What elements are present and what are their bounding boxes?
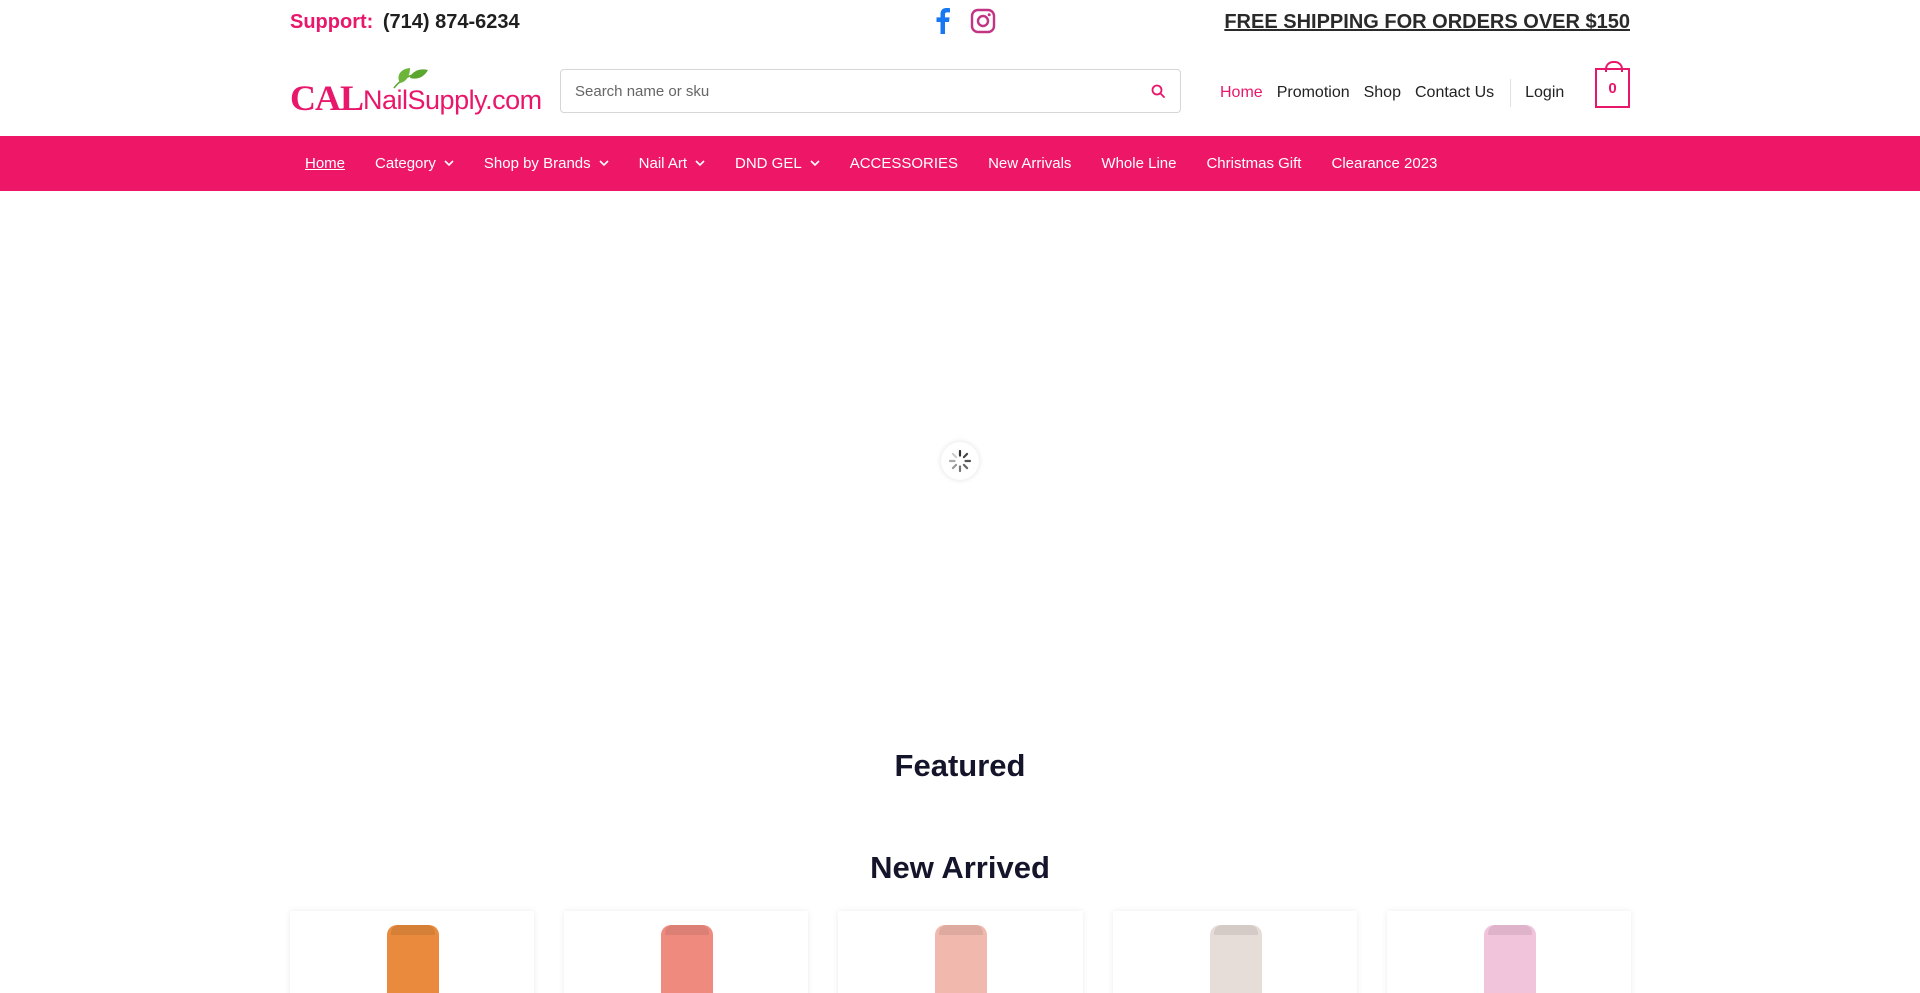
product-image[interactable] (387, 925, 439, 993)
product-card[interactable] (838, 911, 1083, 993)
logo-brand-text: NailSupply.com (363, 85, 542, 115)
hero-banner (0, 191, 1920, 731)
login-link[interactable]: Login (1525, 84, 1564, 102)
product-image[interactable] (1483, 925, 1536, 993)
category-shop-by-brands[interactable]: Shop by Brands (484, 155, 609, 172)
nav-divider (1510, 79, 1512, 107)
search-icon[interactable] (1148, 81, 1168, 101)
nav-promotion[interactable]: Promotion (1277, 84, 1350, 102)
search-input[interactable] (575, 70, 1135, 112)
cart-button[interactable]: 0 (1595, 61, 1630, 108)
category-label: Home (305, 155, 346, 172)
category-label: Christmas Gift (1206, 155, 1302, 172)
category-label: Clearance 2023 (1331, 155, 1438, 172)
category-bar: Home Category Shop by Brands Nail Art DN… (0, 136, 1920, 191)
category-dnd-gel[interactable]: DND GEL (735, 155, 820, 172)
nav-home[interactable]: Home (1220, 84, 1263, 102)
category-label: Whole Line (1101, 155, 1177, 172)
category-label: ACCESSORIES (849, 155, 959, 172)
search-box (560, 69, 1181, 113)
category-nail-art[interactable]: Nail Art (639, 155, 705, 172)
new-arrived-title: New Arrived (870, 850, 1050, 885)
social-links (930, 6, 996, 36)
category-whole-line[interactable]: Whole Line (1101, 155, 1176, 172)
chevron-down-icon (695, 160, 705, 167)
main-nav: Home Promotion Shop Contact Us Login (1220, 79, 1578, 107)
site-logo[interactable]: CAL NailSupply.com (290, 66, 542, 118)
category-label: DND GEL (735, 155, 802, 172)
instagram-icon[interactable] (970, 8, 996, 34)
product-card[interactable] (290, 911, 535, 993)
chevron-down-icon (810, 160, 820, 167)
support-phone[interactable]: (714) 874-6234 (383, 11, 520, 33)
category-new-arrivals[interactable]: New Arrivals (988, 155, 1071, 172)
support-info: Support: (714) 874-6234 (290, 11, 520, 34)
category-christmas-gift[interactable]: Christmas Gift (1206, 155, 1301, 172)
category-clearance-2023[interactable]: Clearance 2023 (1331, 155, 1437, 172)
category-label: Category (375, 155, 436, 172)
category-label: Shop by Brands (483, 155, 591, 172)
top-bar: Support: (714) 874-6234 FREE SHIPPING FO… (0, 0, 1920, 46)
cart-count: 0 (1608, 79, 1617, 97)
category-category[interactable]: Category (375, 155, 454, 172)
leaf-icon (393, 68, 428, 89)
featured-title: Featured (894, 748, 1026, 783)
product-image[interactable] (935, 925, 988, 993)
category-home[interactable]: Home (305, 155, 345, 172)
support-label: Support: (290, 11, 374, 33)
loading-spinner-icon (941, 442, 979, 480)
category-accessories[interactable]: ACCESSORIES (850, 155, 958, 172)
logo-cal-text: CAL (290, 78, 364, 118)
category-label: Nail Art (638, 155, 687, 172)
product-card[interactable] (564, 911, 809, 993)
product-card[interactable] (1386, 911, 1632, 993)
product-card[interactable] (1112, 911, 1357, 993)
facebook-icon[interactable] (930, 8, 956, 34)
chevron-down-icon (444, 160, 454, 167)
header: CAL NailSupply.com Home Promotion Shop C… (0, 58, 1920, 124)
product-image[interactable] (661, 925, 714, 993)
product-image[interactable] (1209, 925, 1262, 993)
free-shipping-link[interactable]: FREE SHIPPING FOR ORDERS OVER $150 (1224, 11, 1630, 34)
chevron-down-icon (599, 160, 609, 167)
nav-shop[interactable]: Shop (1364, 84, 1401, 102)
category-label: New Arrivals (988, 155, 1072, 172)
product-grid (290, 911, 1632, 993)
nav-contact-us[interactable]: Contact Us (1415, 84, 1494, 102)
